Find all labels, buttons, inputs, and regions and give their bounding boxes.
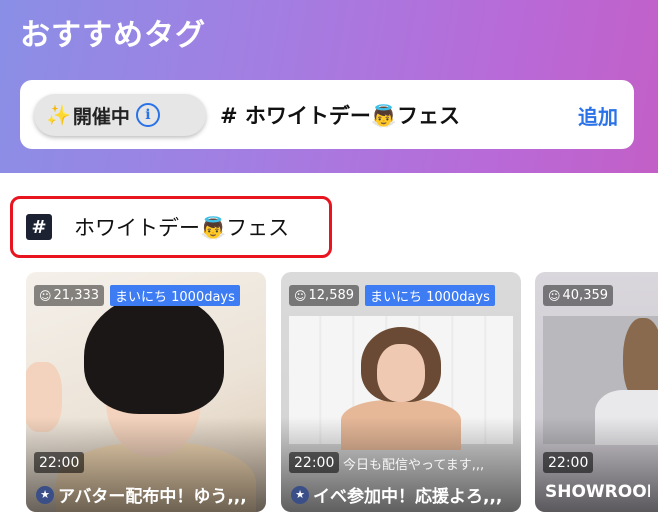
room-card[interactable]: ☺ 12,589 まいにち 1000days 22:00 今日も配信やってます,… — [281, 272, 521, 512]
recommended-tags-banner: おすすめタグ ✨ 開催中 i # ホワイトデー👼フェス 追加 — [0, 0, 658, 173]
hashtag-icon: # — [26, 214, 52, 240]
viewer-count-badge: ☺ 21,333 — [34, 285, 105, 306]
room-telop: 今日も配信やってます,,, — [343, 458, 485, 473]
section-title: おすすめタグ — [20, 18, 206, 53]
room-card[interactable]: ☺ 40,359 22:00 SHOWROOM — [535, 272, 658, 512]
room-title-text: イベ参加中！応援よろ,,, — [313, 487, 503, 507]
featured-tag-name[interactable]: # ホワイトデー👼フェス — [220, 100, 460, 130]
viewer-count-badge: ☺ 40,359 — [543, 285, 614, 306]
viewer-count-badge: ☺ 12,589 — [289, 285, 360, 306]
viewer-count: 12,589 — [308, 288, 355, 303]
room-title: ★ アバター配布中！ゆう,,, — [36, 482, 258, 507]
viewer-count: 21,333 — [53, 288, 100, 303]
room-title: ★ イベ参加中！応援よろ,,, — [291, 482, 513, 507]
featured-tag-card[interactable]: ✨ 開催中 i # ホワイトデー👼フェス 追加 — [20, 80, 634, 149]
room-title: SHOWROOM — [545, 482, 650, 502]
start-time-badge: 22:00 — [289, 452, 340, 473]
selected-hashtag-header: # ホワイトデー👼フェス — [10, 196, 332, 258]
star-icon: ★ — [291, 485, 309, 504]
room-title-text: SHOWROOM — [545, 482, 650, 502]
hashtag-label: ホワイトデー👼フェス — [74, 216, 290, 240]
streak-badge: まいにち 1000days — [365, 285, 495, 306]
start-time-badge: 22:00 — [34, 452, 85, 473]
streak-badge: まいにち 1000days — [110, 285, 240, 306]
info-icon[interactable]: i — [135, 103, 160, 127]
room-card[interactable]: ☺ 21,333 まいにち 1000days 22:00 ★ アバター配布中！ゆ… — [26, 272, 266, 512]
person-icon: ☺ — [294, 288, 307, 303]
person-icon: ☺ — [39, 288, 52, 303]
star-icon: ★ — [36, 485, 54, 504]
person-icon: ☺ — [548, 288, 561, 303]
room-title-text: アバター配布中！ゆう,,, — [58, 487, 247, 507]
live-status-pill[interactable]: ✨ 開催中 i — [34, 94, 206, 136]
viewer-count: 40,359 — [562, 288, 609, 303]
start-time-badge: 22:00 — [543, 452, 594, 473]
add-tag-button[interactable]: 追加 — [578, 101, 618, 130]
sparkle-icon: ✨ — [46, 103, 71, 127]
live-status-label: 開催中 — [72, 105, 130, 128]
